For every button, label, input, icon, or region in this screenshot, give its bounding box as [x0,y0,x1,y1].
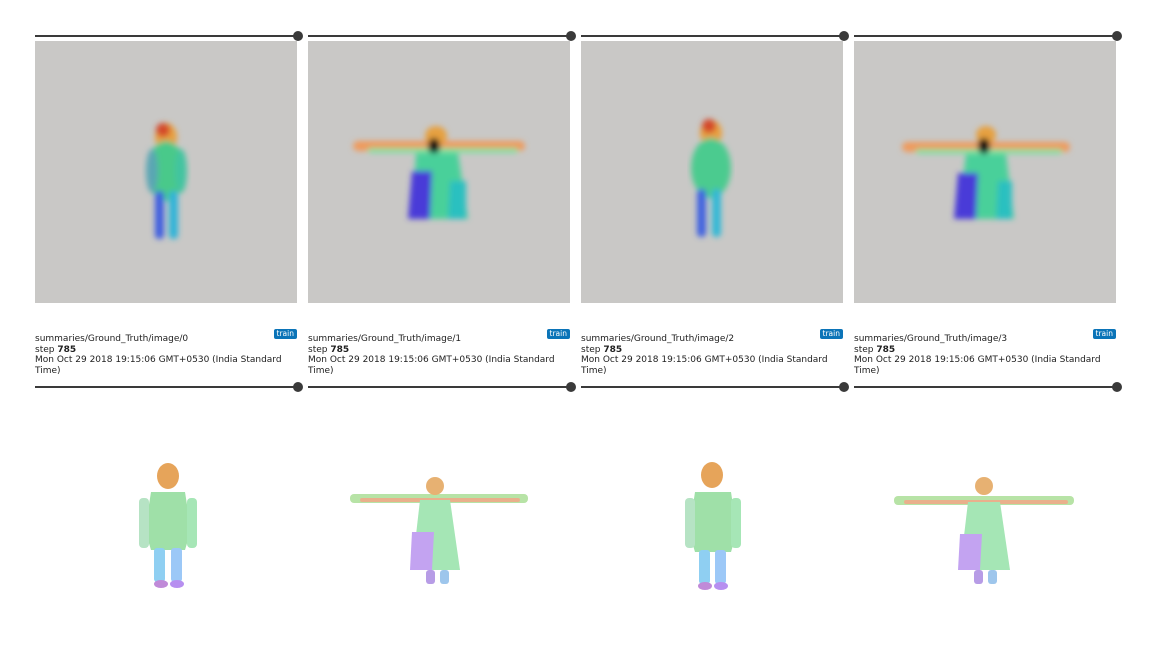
slider-knob[interactable] [839,382,849,392]
slider-knob[interactable] [293,382,303,392]
step-slider-bottom-0[interactable] [35,381,303,393]
ground-truth-image-2 [581,420,843,600]
ground-truth-figure-0 [139,463,197,588]
run-tag: train [546,329,570,339]
step-info: step 785 [35,344,77,355]
slider-knob[interactable] [566,382,576,392]
ground-truth-image-1 [308,420,570,600]
slider-track [308,386,570,388]
slider-track [35,35,297,37]
timestamp: Mon Oct 29 2018 19:15:06 GMT+0530 (India… [854,355,1101,376]
run-tag: train [273,329,297,339]
prediction-figure-0 [146,123,187,239]
slider-knob[interactable] [839,31,849,41]
slider-track [854,35,1116,37]
image-metadata-3: train summaries/Ground_Truth/image/3 ste… [854,329,1116,376]
slider-knob[interactable] [1112,382,1122,392]
slider-track [581,386,843,388]
slider-track [854,386,1116,388]
run-name: summaries/Ground_Truth/image/3 [854,334,1008,344]
prediction-image-0 [35,41,297,303]
prediction-image-1 [308,41,570,303]
image-metadata-1: train summaries/Ground_Truth/image/1 ste… [308,329,570,376]
timestamp: Mon Oct 29 2018 19:15:06 GMT+0530 (India… [308,355,555,376]
slider-knob[interactable] [566,31,576,41]
prediction-figure-3 [902,126,1070,219]
timestamp: Mon Oct 29 2018 19:15:06 GMT+0530 (India… [35,355,282,376]
step-slider-bottom-3[interactable] [854,381,1122,393]
ground-truth-figure-1 [350,477,528,584]
step-info: step 785 [581,344,623,355]
slider-track [35,386,297,388]
ground-truth-figure-3 [894,477,1074,584]
prediction-figure-2 [691,119,731,237]
prediction-image-2 [581,41,843,303]
image-metadata-0: train summaries/Ground_Truth/image/0 ste… [35,329,297,376]
ground-truth-image-3 [854,420,1116,600]
timestamp: Mon Oct 29 2018 19:15:06 GMT+0530 (India… [581,355,828,376]
step-info: step 785 [854,344,896,355]
slider-knob[interactable] [1112,31,1122,41]
run-name: summaries/Ground_Truth/image/2 [581,334,735,344]
ground-truth-image-0 [35,420,297,600]
slider-track [581,35,843,37]
run-tag: train [1092,329,1116,339]
run-name: summaries/Ground_Truth/image/0 [35,334,189,344]
step-slider-bottom-2[interactable] [581,381,849,393]
slider-knob[interactable] [293,31,303,41]
prediction-image-3 [854,41,1116,303]
run-tag: train [819,329,843,339]
image-metadata-2: train summaries/Ground_Truth/image/2 ste… [581,329,843,376]
slider-track [308,35,570,37]
run-name: summaries/Ground_Truth/image/1 [308,334,462,344]
step-info: step 785 [308,344,350,355]
prediction-figure-1 [353,126,525,219]
ground-truth-figure-2 [685,462,741,590]
step-slider-bottom-1[interactable] [308,381,576,393]
